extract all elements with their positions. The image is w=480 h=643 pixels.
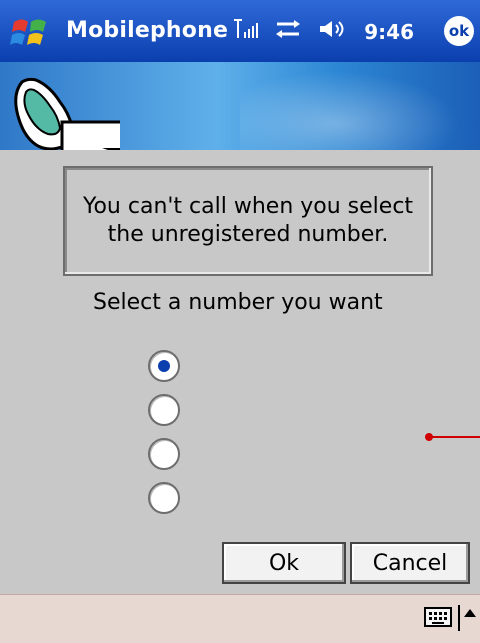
clock[interactable]: 9:46 xyxy=(364,20,414,44)
number-option-4-radio[interactable] xyxy=(148,482,180,514)
banner-wave xyxy=(240,62,480,150)
selection-prompt: Select a number you want xyxy=(93,290,383,315)
phone-illustration-icon xyxy=(10,76,136,160)
info-message-box: You can't call when you select the unreg… xyxy=(63,166,433,276)
header-banner xyxy=(0,62,480,160)
app-title: Mobilephone xyxy=(66,18,229,43)
up-arrow-icon[interactable] xyxy=(464,609,476,617)
number-option-1-radio[interactable] xyxy=(148,350,180,382)
info-message: You can't call when you select the unreg… xyxy=(82,194,414,247)
keyboard-icon[interactable] xyxy=(424,607,452,627)
ok-icon[interactable]: ok xyxy=(444,16,474,46)
volume-icon[interactable] xyxy=(318,18,348,45)
ok-button[interactable]: Ok xyxy=(222,542,346,584)
signal-icon[interactable] xyxy=(232,18,259,45)
number-option-3-radio[interactable] xyxy=(148,438,180,470)
dialog-content: You can't call when you select the unreg… xyxy=(0,150,480,594)
bottom-bar xyxy=(0,594,480,643)
number-option-2-radio[interactable] xyxy=(148,394,180,426)
sync-icon[interactable] xyxy=(274,18,302,45)
title-bar: Mobilephone 9:46 ok xyxy=(0,0,480,62)
annotation-line xyxy=(430,436,480,438)
cancel-button[interactable]: Cancel xyxy=(350,542,470,584)
system-tray: 9:46 xyxy=(232,18,414,45)
windows-start-icon[interactable] xyxy=(10,14,50,50)
input-separator xyxy=(458,605,460,631)
